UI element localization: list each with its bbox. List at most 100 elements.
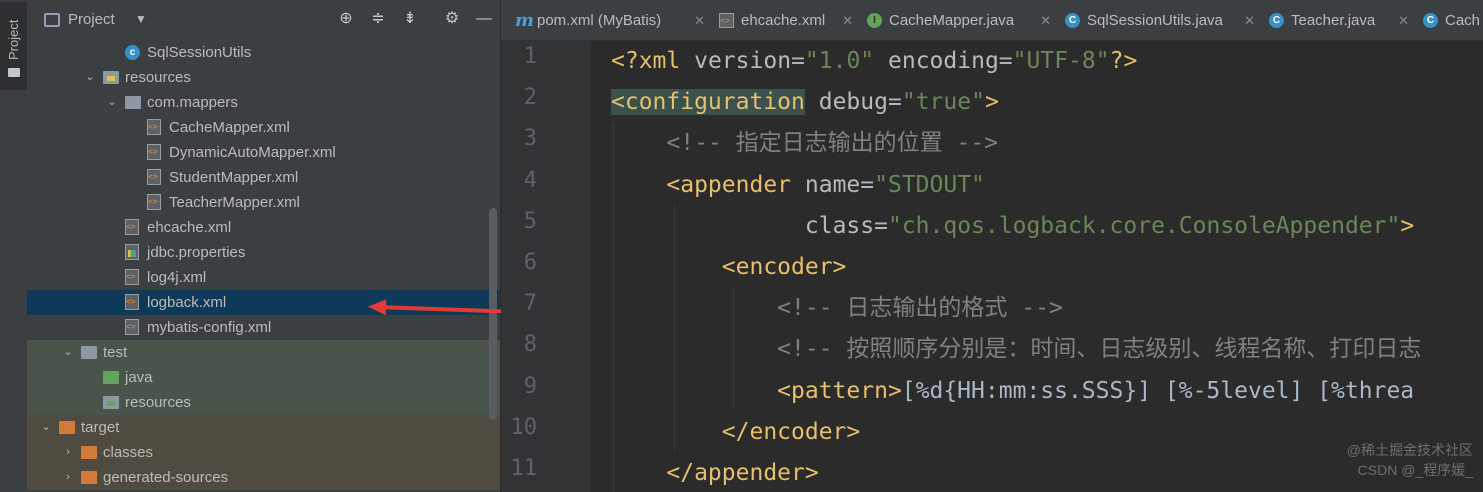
code-token: name	[804, 171, 861, 198]
tree-item-label: DynamicAutoMapper.xml	[169, 144, 336, 161]
code-line: <?xml version="1.0" encoding="UTF-8"?>	[611, 41, 1137, 82]
code-line: <encoder>	[611, 247, 847, 288]
chevron-right-icon[interactable]: ›	[61, 465, 75, 490]
locate-icon[interactable]: ⊕	[335, 8, 357, 30]
editor-tab-bar: mpom.xml (MyBatis) ✕ ehcache.xml ✕ I CacheMap…	[501, 0, 1483, 41]
tree-item[interactable]: mybatis-config.xml	[27, 315, 500, 340]
tree-item[interactable]: java	[27, 365, 500, 390]
tree-item[interactable]: logback.xml	[27, 290, 500, 315]
code-token: encoding	[888, 48, 999, 74]
line-number: 7	[523, 291, 537, 317]
tree-item[interactable]: DynamicAutoMapper.xml	[27, 140, 500, 165]
chevron-down-icon[interactable]: ⌄	[83, 65, 97, 90]
project-stripe-button[interactable]: Project	[0, 2, 27, 90]
tree-item[interactable]: ⌄ resources	[27, 65, 500, 90]
line-number: 10	[510, 414, 538, 440]
code-token: =	[998, 48, 1013, 74]
tree-item-label: log4j.xml	[147, 269, 207, 286]
code-token: class	[804, 212, 875, 239]
close-icon[interactable]: ✕	[1398, 0, 1409, 40]
code-token: =	[874, 212, 888, 239]
tree-item-label: mybatis-config.xml	[147, 319, 272, 336]
tree-item[interactable]: ehcache.xml	[27, 215, 500, 240]
xml-file-icon	[719, 13, 734, 28]
tree-item[interactable]: ⌄ com.mappers	[27, 90, 500, 115]
tree-item[interactable]: CacheMapper.xml	[27, 115, 500, 140]
line-number: 3	[523, 126, 537, 152]
tree-item-label: java	[125, 369, 153, 386]
code-line: class="ch.qos.logback.core.ConsoleAppend…	[611, 206, 1414, 247]
line-number: 4	[523, 167, 537, 193]
tree-item[interactable]: StudentMapper.xml	[27, 165, 500, 190]
tree-item-label: target	[81, 419, 120, 436]
project-stripe-label: Project	[6, 19, 21, 60]
xml-file-icon	[125, 319, 139, 335]
editor-tab[interactable]: ehcache.xml ✕	[719, 0, 867, 40]
code-token: >	[984, 89, 999, 116]
chevron-down-icon[interactable]: ⌄	[39, 415, 53, 440]
tree-item[interactable]: c SqlSessionUtils	[27, 40, 500, 65]
chevron-down-icon[interactable]: ▼	[135, 12, 147, 26]
close-icon[interactable]: ✕	[1040, 0, 1051, 40]
test-source-folder-icon	[103, 371, 119, 384]
code-token: version	[694, 48, 792, 74]
excluded-folder-icon	[81, 471, 97, 484]
editor-tab[interactable]: I CacheMapper.java ✕	[867, 0, 1065, 40]
xml-file-icon	[125, 219, 139, 235]
close-icon[interactable]: ✕	[1244, 0, 1255, 40]
class-icon: C	[1423, 13, 1438, 28]
line-number: 1	[523, 44, 537, 69]
tree-item[interactable]: jdbc.properties	[27, 240, 500, 265]
class-icon: c	[125, 45, 140, 60]
code-token: <!-- 按照顺序分别是：时间、日志级别、线程名称、打印日志	[777, 336, 1422, 363]
editor-tab[interactable]: C Teacher.java ✕	[1269, 0, 1423, 40]
tree-item[interactable]: resources	[27, 390, 500, 415]
chevron-right-icon[interactable]: ›	[61, 440, 75, 465]
excluded-folder-icon	[59, 421, 75, 434]
tree-scrollbar[interactable]	[489, 208, 497, 420]
tree-item-label: resources	[125, 69, 191, 86]
line-number: 2	[523, 85, 537, 111]
test-resources-folder-icon	[103, 396, 119, 409]
close-icon[interactable]: ✕	[842, 0, 853, 40]
project-panel-header: Project ▼ ⊕ ≑ ⇟ ⚙ —	[27, 0, 500, 38]
code-line: </appender>	[611, 453, 818, 492]
editor-tab[interactable]: m pom.xml (MyBatis) ✕	[515, 0, 719, 40]
chevron-down-icon[interactable]: ⌄	[105, 90, 119, 115]
code-editor[interactable]: <?xml version="1.0" encoding="UTF-8"?> <c…	[591, 41, 1483, 492]
xml-file-icon	[147, 169, 161, 185]
xml-file-icon	[147, 194, 161, 210]
collapse-all-icon[interactable]: ⇟	[399, 8, 421, 30]
xml-file-icon	[125, 294, 139, 310]
close-icon[interactable]: ✕	[694, 0, 705, 40]
watermark: @稀土掘金技术社区 CSDN @_程序媛_	[1347, 440, 1473, 480]
code-token: <configuration	[611, 89, 805, 116]
tree-item-label: classes	[103, 444, 154, 461]
editor-tab[interactable]: C Cach	[1423, 0, 1483, 40]
class-icon: C	[1269, 13, 1284, 28]
minimize-icon[interactable]: —	[473, 8, 495, 30]
editor-tab-label: Cach	[1445, 12, 1481, 29]
tree-item[interactable]: ⌄ test	[27, 340, 500, 365]
code-token: </encoder>	[721, 418, 861, 445]
tree-item[interactable]: › generated-sources	[27, 465, 500, 490]
interface-icon: I	[867, 13, 882, 28]
tree-item[interactable]: › classes	[27, 440, 500, 465]
project-panel-title[interactable]: Project	[68, 11, 115, 28]
tree-item[interactable]: ⌄ target	[27, 415, 500, 440]
expand-all-icon[interactable]: ≑	[367, 8, 389, 30]
chevron-down-icon[interactable]: ⌄	[61, 340, 75, 365]
editor-tab[interactable]: C SqlSessionUtils.java ✕	[1065, 0, 1269, 40]
tree-item-label: logback.xml	[147, 294, 227, 311]
tree-item[interactable]: log4j.xml	[27, 265, 500, 290]
code-token: "ch.qos.logback.core.ConsoleAppender"	[887, 212, 1401, 239]
code-line: <!-- 按照顺序分别是：时间、日志级别、线程名称、打印日志	[611, 329, 1421, 370]
tool-window-stripe: Project	[0, 0, 28, 492]
gear-icon[interactable]: ⚙	[441, 8, 463, 30]
tree-item[interactable]: TeacherMapper.xml	[27, 190, 500, 215]
